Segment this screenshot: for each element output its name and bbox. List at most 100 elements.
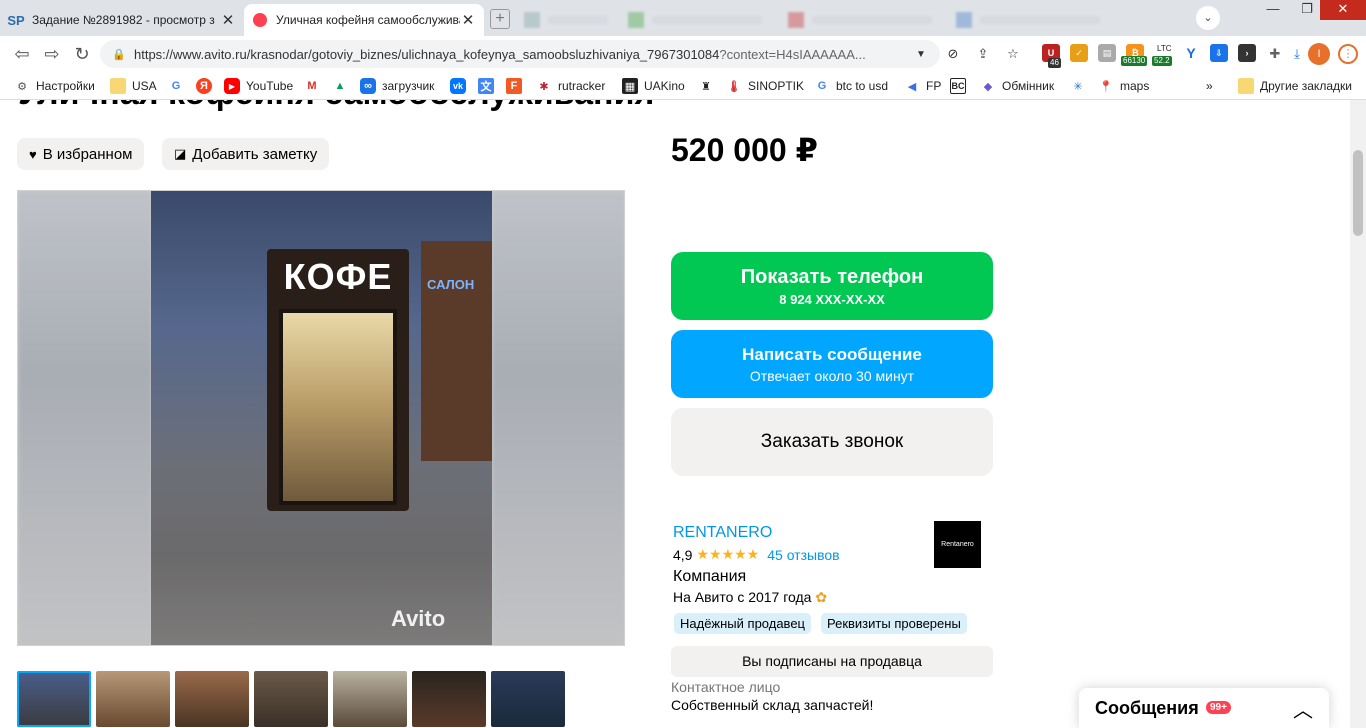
- bookmark-exchange[interactable]: ◆ Обмінник: [980, 77, 1054, 95]
- bookmark-star-burst[interactable]: ✳: [1070, 77, 1092, 95]
- bookmark-star-icon[interactable]: ☆: [1004, 45, 1022, 63]
- folder-icon: [110, 78, 126, 94]
- browser-toolbar: ⇦ ⇨ ↻ 🔒 https://www.avito.ru/krasnodar/g…: [0, 36, 1366, 72]
- bookmark-sinoptik[interactable]: 🌡 SINOPTIK: [726, 77, 804, 95]
- bookmark-f[interactable]: F: [506, 77, 528, 95]
- scrollbar-thumb[interactable]: [1353, 150, 1363, 236]
- page-scrollbar[interactable]: [1350, 100, 1366, 728]
- translate-icon: 文: [478, 78, 494, 94]
- bookmark-usa[interactable]: USA: [110, 77, 157, 95]
- heart-icon: ♥: [29, 146, 37, 162]
- extensions-puzzle-icon[interactable]: ✚: [1266, 45, 1284, 63]
- verified-details-badge[interactable]: Реквизиты проверены: [821, 613, 967, 634]
- thumbnail-7[interactable]: [491, 671, 565, 727]
- blocked-icon[interactable]: ⊘: [944, 45, 962, 63]
- gear-icon: ⚙: [17, 80, 27, 93]
- thumbnail-6[interactable]: [412, 671, 486, 727]
- tab-task[interactable]: SP Задание №2891982 - просмотр з ✕: [0, 4, 244, 36]
- reliable-seller-badge[interactable]: Надёжный продавец: [674, 613, 811, 634]
- bookmark-figure[interactable]: ♜: [698, 77, 720, 95]
- download-extension-icon[interactable]: ⇩: [1210, 44, 1228, 62]
- bookmark-settings[interactable]: ⚙ Настройки: [14, 77, 95, 95]
- new-tab-button[interactable]: +: [490, 9, 510, 29]
- exchange-icon: ◆: [983, 80, 993, 93]
- vk-icon: vk: [450, 78, 466, 94]
- messages-title: Сообщения: [1095, 698, 1199, 718]
- v-extension-icon[interactable]: Y: [1182, 44, 1200, 62]
- medal-icon: ✿: [815, 589, 828, 605]
- bookmarks-overflow-icon[interactable]: »: [1206, 77, 1213, 95]
- bookmarks-bar: ⚙ Настройки USA G Я ▶ YouTube M ▲ ∞ загрузч…: [0, 72, 1366, 100]
- avito-watermark: Avito: [391, 606, 446, 631]
- tab-blurred[interactable]: [516, 4, 616, 36]
- bookmark-yandex[interactable]: Я: [196, 77, 218, 95]
- address-bar[interactable]: 🔒 https://www.avito.ru/krasnodar/gotoviy…: [100, 40, 940, 68]
- close-tab-icon[interactable]: ✕: [460, 11, 476, 29]
- bookmark-rutracker[interactable]: ✱ rutracker: [536, 77, 605, 95]
- bookmark-downloader[interactable]: ∞ загрузчик: [360, 77, 434, 95]
- chevron-up-icon[interactable]: ︿: [1293, 694, 1313, 723]
- drive-icon: ▲: [334, 80, 346, 92]
- minimize-icon[interactable]: —: [1256, 0, 1290, 20]
- reviews-link[interactable]: 45 отзывов: [767, 547, 839, 563]
- sp-favicon-icon: SP: [7, 12, 25, 28]
- bookmark-youtube[interactable]: ▶ YouTube: [224, 77, 293, 95]
- bookmark-drive[interactable]: ▲: [332, 77, 354, 95]
- tab-search-chevron-icon[interactable]: ⌄: [1196, 6, 1220, 30]
- bookmark-fp[interactable]: ◀ FP: [904, 77, 942, 95]
- gmail-icon: M: [307, 80, 317, 92]
- thumbnail-1[interactable]: [17, 671, 91, 727]
- bookmark-uakino[interactable]: ▦ UAKino: [622, 77, 685, 95]
- close-tab-icon[interactable]: ✕: [220, 11, 236, 29]
- order-call-button[interactable]: Заказать звонок: [671, 408, 993, 476]
- messages-panel[interactable]: Сообщения 99+ ︿: [1079, 688, 1329, 728]
- forward-icon[interactable]: ⇨: [40, 44, 64, 64]
- thumbnail-4[interactable]: [254, 671, 328, 727]
- maps-icon: 📍: [1099, 80, 1113, 93]
- photo-gallery[interactable]: САЛОН КОФЕ Avito: [17, 190, 625, 646]
- bookmark-vk[interactable]: vk: [450, 77, 472, 95]
- tab-blurred[interactable]: [780, 4, 940, 36]
- downloads-icon[interactable]: ⤓: [1288, 45, 1306, 63]
- subscribed-button[interactable]: Вы подписаны на продавца: [671, 646, 993, 677]
- tab-blurred[interactable]: [620, 4, 770, 36]
- favorite-button[interactable]: ♥ В избранном: [17, 138, 145, 170]
- tab-blurred[interactable]: [948, 4, 1108, 36]
- close-window-icon[interactable]: ✕: [1320, 0, 1366, 20]
- bookmark-translate[interactable]: 文: [478, 77, 500, 95]
- write-message-button[interactable]: Написать сообщение Отвечает около 30 мин…: [671, 330, 993, 398]
- menu-icon[interactable]: ⋮: [1338, 44, 1358, 64]
- bookmark-gmail[interactable]: M: [304, 77, 326, 95]
- seller-name-link[interactable]: RENTANERO: [673, 524, 772, 542]
- reload-icon[interactable]: ↻: [70, 44, 94, 64]
- bookmark-google[interactable]: G: [168, 77, 190, 95]
- kiosk-door: [279, 309, 397, 505]
- bookmark-maps[interactable]: 📍 maps: [1098, 77, 1149, 95]
- restore-icon[interactable]: ❐: [1290, 0, 1324, 20]
- thumbnail-3[interactable]: [175, 671, 249, 727]
- show-phone-button[interactable]: Показать телефон 8 924 XXX-XX-XX: [671, 252, 993, 320]
- terminal-extension-icon[interactable]: ›: [1238, 44, 1256, 62]
- contact-name: Собственный склад запчастей!: [671, 697, 874, 713]
- brave-extension-icon[interactable]: ✓: [1070, 44, 1088, 62]
- google-icon: G: [171, 80, 181, 92]
- loop-icon: ∞: [360, 78, 376, 94]
- bookmark-btc[interactable]: Gbtc to usd: [814, 77, 888, 95]
- main-photo[interactable]: САЛОН КОФЕ Avito: [151, 191, 492, 645]
- back-icon[interactable]: ⇦: [10, 44, 34, 64]
- omnibox-dropdown-icon[interactable]: ▼: [916, 49, 932, 60]
- folder-icon: [1238, 78, 1254, 94]
- briefcase-extension-icon[interactable]: ▤: [1098, 44, 1116, 62]
- share-icon[interactable]: ⇪: [974, 45, 992, 63]
- tab-avito[interactable]: Уличная кофейня самообслужива ✕: [244, 4, 484, 36]
- seller-logo[interactable]: Rentanero: [934, 521, 981, 568]
- thermometer-icon: 🌡: [727, 80, 741, 93]
- url-text[interactable]: https://www.avito.ru/krasnodar/gotoviy_b…: [134, 47, 916, 62]
- bookmark-other[interactable]: Другие закладки: [1238, 77, 1352, 95]
- add-note-button[interactable]: ◪ Добавить заметку: [162, 138, 330, 170]
- thumbnail-5[interactable]: [333, 671, 407, 727]
- profile-avatar[interactable]: I: [1308, 43, 1330, 65]
- bookmark-bc[interactable]: BC: [950, 77, 972, 95]
- price: 520 000 ₽: [671, 132, 818, 168]
- thumbnail-2[interactable]: [96, 671, 170, 727]
